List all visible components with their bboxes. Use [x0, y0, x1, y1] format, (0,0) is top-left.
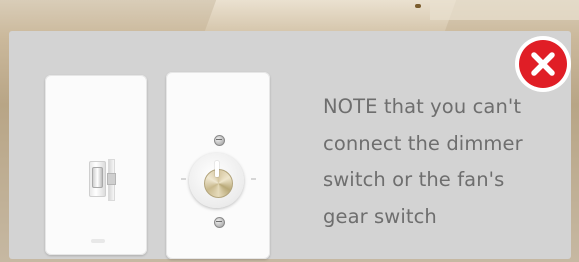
ceiling-panel [430, 0, 579, 20]
toggle-lever [92, 167, 103, 188]
note-dialog: NOTE that you can't connect the dimmer s… [9, 31, 571, 259]
close-button-circle [519, 40, 567, 88]
ceiling-lamp [415, 4, 421, 8]
brand-mark [91, 239, 105, 243]
dial-tick-right [251, 178, 256, 180]
note-text: NOTE that you can't connect the dimmer s… [323, 95, 523, 228]
dimmer-switch-image [45, 75, 147, 255]
screw-top [214, 135, 225, 146]
fan-dial-pointer [215, 161, 219, 177]
dial-tick-left [181, 178, 186, 180]
close-button[interactable] [515, 36, 571, 92]
close-icon [531, 52, 555, 76]
screw-bottom [214, 217, 225, 228]
dimmer-slider-tab [107, 173, 116, 185]
